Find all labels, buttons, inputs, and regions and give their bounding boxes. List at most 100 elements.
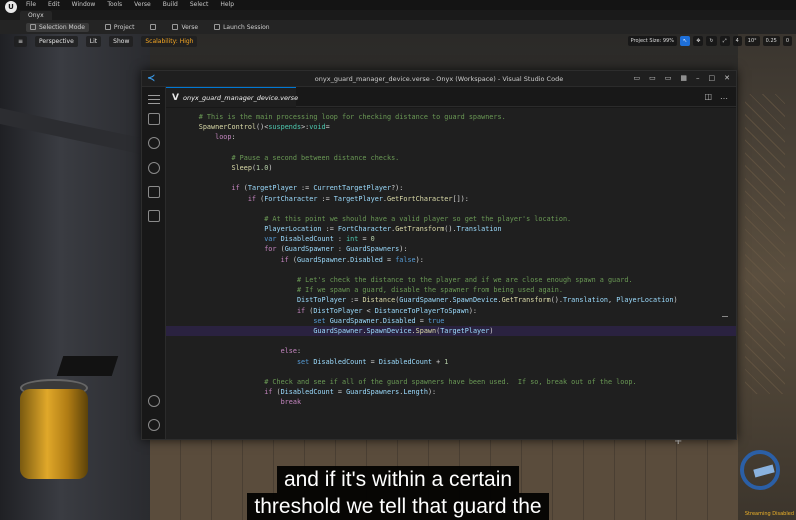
menu-item-verse[interactable]: Verse — [134, 1, 151, 9]
grid-snap-value[interactable]: 4 — [732, 36, 742, 46]
code-line[interactable]: if (DistToPlayer < DistanceToPlayerToSpa… — [166, 306, 736, 316]
code-line[interactable]: if (DisabledCount = GuardSpawners.Length… — [166, 387, 736, 397]
window-controls: ▭ ▭ ▭ ▦ – □ ✕ — [634, 74, 731, 83]
code-line[interactable]: if (FortCharacter := TargetPlayer.GetFor… — [166, 194, 736, 204]
minimize-icon[interactable]: – — [696, 74, 700, 83]
menu-item-edit[interactable]: Edit — [48, 1, 60, 9]
run-debug-icon[interactable] — [148, 186, 160, 198]
menu-item-window[interactable]: Window — [72, 1, 96, 9]
code-line[interactable]: # At this point we should have a valid p… — [166, 214, 736, 224]
menu-item-file[interactable]: File — [26, 1, 36, 9]
code-line[interactable] — [166, 173, 736, 183]
scene-barrel — [20, 389, 88, 479]
extensions-icon[interactable] — [148, 210, 160, 222]
activity-bar — [142, 87, 166, 439]
code-line[interactable]: loop: — [166, 132, 736, 142]
verse-file-icon: V — [172, 92, 179, 103]
files-icon[interactable] — [148, 113, 160, 125]
source-control-icon[interactable] — [148, 162, 160, 174]
scrollbar-marker[interactable] — [722, 316, 728, 317]
menu-item-help[interactable]: Help — [220, 1, 234, 9]
unreal-logo-icon[interactable]: U — [5, 1, 17, 13]
menu-item-build[interactable]: Build — [163, 1, 178, 9]
show-label: Show — [113, 37, 130, 45]
account-icon[interactable] — [148, 395, 160, 407]
menu-item-select[interactable]: Select — [190, 1, 209, 9]
rotate-tool-icon[interactable]: ↻ — [706, 36, 717, 46]
code-line[interactable]: var DisabledCount : int = 0 — [166, 234, 736, 244]
code-line[interactable]: set DisabledCount = DisabledCount + 1 — [166, 357, 736, 367]
select-tool-icon[interactable]: ↖ — [679, 36, 691, 46]
menu-icon[interactable] — [148, 95, 160, 104]
code-line[interactable]: if (TargetPlayer := CurrentTargetPlayer?… — [166, 183, 736, 193]
code-line[interactable]: for (GuardSpawner : GuardSpawners): — [166, 244, 736, 254]
project-label: Project — [113, 23, 135, 31]
layout-secondary-icon[interactable]: ▭ — [665, 74, 672, 83]
verse-button[interactable]: Verse — [172, 24, 198, 31]
layout-panel-icon[interactable]: ▭ — [649, 74, 656, 83]
unreal-toolbar: Selection Mode Project Verse Launch Sess… — [0, 20, 796, 34]
close-icon[interactable]: ✕ — [724, 74, 730, 83]
scene-floor — [150, 434, 738, 520]
rotation-snap-value[interactable]: 10° — [744, 36, 760, 46]
code-line[interactable]: set GuardSpawner.Disabled = true — [166, 316, 736, 326]
scalability-label: Scalability: High — [145, 37, 194, 45]
tab-label: onyx_guard_manager_device.verse — [182, 93, 299, 102]
maximize-icon[interactable]: □ — [709, 74, 716, 83]
code-line[interactable] — [166, 367, 736, 377]
perspective-button[interactable]: Perspective — [35, 35, 78, 47]
code-line[interactable]: if (GuardSpawner.Disabled = false): — [166, 255, 736, 265]
device-badge-icon — [740, 450, 780, 490]
move-tool-icon[interactable]: ✥ — [693, 36, 704, 46]
code-line[interactable]: Sleep(1.0) — [166, 163, 736, 173]
search-icon[interactable] — [148, 137, 160, 149]
code-line[interactable]: PlayerLocation := FortCharacter.GetTrans… — [166, 224, 736, 234]
code-line[interactable] — [166, 204, 736, 214]
viewport-options-button[interactable]: ≡ — [14, 35, 28, 47]
code-line[interactable]: DistToPlayer := Distance(GuardSpawner.Sp… — [166, 295, 736, 305]
code-lines: # This is the main processing loop for c… — [166, 112, 736, 407]
scene-chair — [56, 356, 119, 376]
code-line[interactable]: else: — [166, 346, 736, 356]
scale-tool-icon[interactable]: ⤢ — [719, 36, 730, 46]
streaming-status: Streaming Disabled — [744, 511, 794, 517]
launch-session-button[interactable]: Launch Session — [214, 24, 270, 31]
settings-gear-icon[interactable] — [148, 419, 160, 431]
vscode-window[interactable]: ≺ onyx_guard_manager_device.verse - Onyx… — [141, 70, 737, 440]
menu-item-tools[interactable]: Tools — [107, 1, 122, 9]
code-line[interactable]: # Let's check the distance to the player… — [166, 275, 736, 285]
viewport-right-tools: Project Size: 99% ↖ ✥ ↻ ⤢ 4 10° 0.25 0 — [627, 36, 792, 46]
split-editor-icon[interactable]: ◫ — [704, 92, 712, 101]
tab-guard-manager-verse[interactable]: V onyx_guard_manager_device.verse — [166, 87, 299, 107]
scalability-button[interactable]: Scalability: High — [141, 35, 198, 47]
lit-label: Lit — [89, 37, 98, 45]
show-button[interactable]: Show — [109, 35, 134, 47]
blueprint-icon — [150, 24, 157, 30]
lit-button[interactable]: Lit — [85, 35, 102, 47]
vscode-titlebar: ≺ onyx_guard_manager_device.verse - Onyx… — [142, 71, 736, 87]
code-line[interactable]: # Pause a second between distance checks… — [166, 153, 736, 163]
selection-mode-button[interactable]: Selection Mode — [26, 22, 89, 32]
customize-layout-icon[interactable]: ▦ — [680, 74, 687, 83]
more-actions-icon[interactable]: … — [720, 92, 728, 101]
unreal-menu: File Edit Window Tools Verse Build Select Help — [26, 1, 234, 9]
project-tab[interactable]: Onyx — [20, 10, 52, 20]
project-icon — [104, 24, 111, 30]
layout-sidebar-icon[interactable]: ▭ — [634, 74, 641, 83]
code-line[interactable] — [166, 143, 736, 153]
unreal-tabbar: Onyx — [20, 10, 52, 20]
code-editor[interactable]: # This is the main processing loop for c… — [166, 108, 736, 439]
code-line[interactable]: # This is the main processing loop for c… — [166, 112, 736, 122]
project-button[interactable]: Project — [104, 23, 135, 31]
code-line[interactable]: # If we spawn a guard, disable the spawn… — [166, 285, 736, 295]
code-line[interactable]: GuardSpawner.SpawnDevice.Spawn(TargetPla… — [166, 325, 736, 337]
blueprint-button[interactable] — [150, 24, 157, 30]
code-line[interactable]: SpawnerControl()<suspends>:void= — [166, 122, 736, 132]
code-line[interactable] — [166, 336, 736, 346]
code-line[interactable] — [166, 265, 736, 275]
cursor-icon — [30, 24, 36, 30]
scale-snap-value[interactable]: 0.25 — [762, 36, 780, 46]
camera-speed-value[interactable]: 0 — [782, 36, 792, 46]
code-line[interactable]: break — [166, 397, 736, 407]
code-line[interactable]: # Check and see if all of the guard spaw… — [166, 377, 736, 387]
